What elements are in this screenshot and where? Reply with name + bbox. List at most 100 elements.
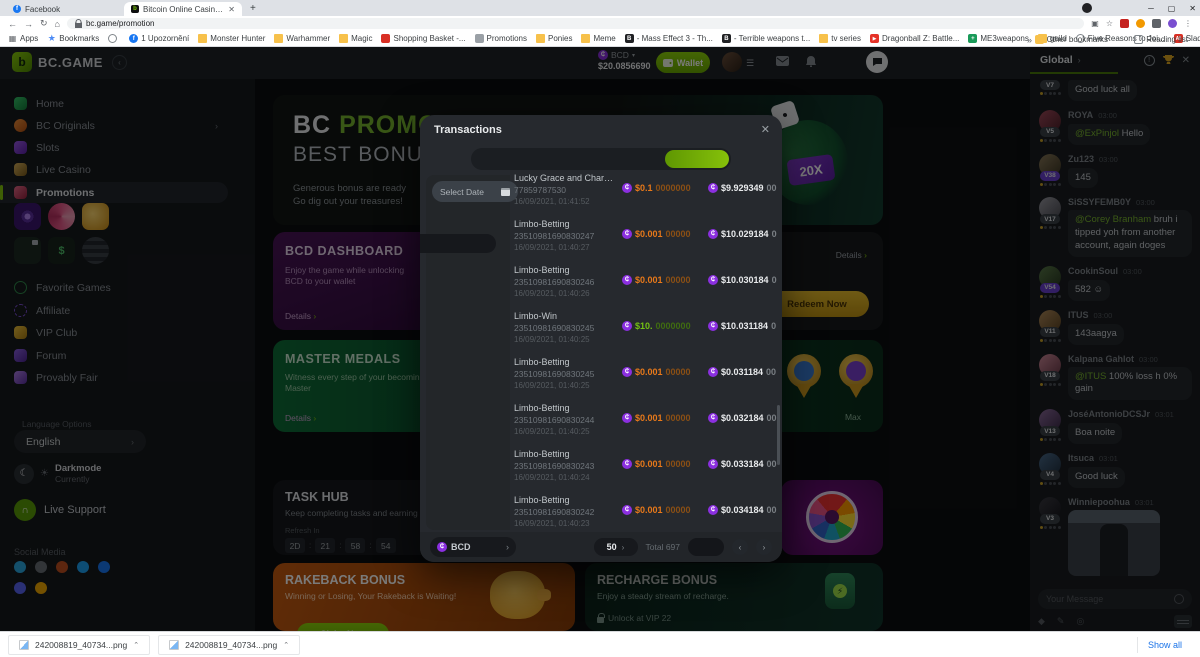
bcd-coin-icon: ₵ <box>708 321 718 331</box>
select-date-button[interactable]: Select Date <box>432 181 518 202</box>
bookmark-item[interactable]: Shopping Basket -... <box>381 34 465 43</box>
tab-close-icon[interactable]: ✕ <box>228 5 235 14</box>
bookmark-item[interactable]: + ME3weapons <box>968 34 1028 43</box>
transaction-row[interactable]: Limbo-Betting 23510981690830246 16/09/20… <box>510 259 778 305</box>
new-tab-button[interactable]: + <box>250 3 256 14</box>
bcd-coin-icon: ₵ <box>708 275 718 285</box>
transaction-filter[interactable] <box>420 234 496 253</box>
bookmark-item[interactable]: Monster Hunter <box>198 34 265 43</box>
bookmark-label: Monster Hunter <box>210 34 265 43</box>
transaction-date: 16/09/2021, 01:40:27 <box>514 243 616 252</box>
profile-avatar[interactable] <box>1168 19 1177 28</box>
modal-close-icon[interactable]: ✕ <box>761 123 770 136</box>
extension-adblock-icon[interactable] <box>1120 19 1129 28</box>
transaction-id: 77859787530 <box>514 185 616 195</box>
bookmark-item[interactable]: ▶ Dragonball Z: Battle... <box>870 34 959 43</box>
next-page-button[interactable]: › <box>756 539 772 555</box>
home-button[interactable]: ⌂ <box>55 19 60 29</box>
transaction-balance: ₵$9.92934900 <box>708 183 777 193</box>
bookmark-label: Magic <box>351 34 372 43</box>
screen-record-icon[interactable] <box>1082 3 1092 13</box>
bookmark-star-icon[interactable]: ☆ <box>1106 19 1113 28</box>
transaction-row[interactable]: Lucky Grace and Charm-B... 77859787530 1… <box>510 167 778 213</box>
bookmark-item[interactable]: Warhammer <box>274 34 330 43</box>
transaction-name: Limbo-Betting <box>514 495 616 505</box>
transaction-filter[interactable] <box>420 310 510 329</box>
bookmark-item[interactable]: tv series <box>819 34 861 43</box>
transaction-row[interactable]: Limbo-Betting 23510981690830245 16/09/20… <box>510 351 778 397</box>
prev-page-button[interactable]: ‹ <box>732 539 748 555</box>
transaction-row[interactable]: Limbo-Win 23510981690830245 16/09/2021, … <box>510 305 778 351</box>
transaction-tab[interactable] <box>601 150 665 168</box>
modal-scrollbar[interactable] <box>777 405 780 465</box>
back-button[interactable]: ← <box>8 19 17 29</box>
minimize-button[interactable]: ─ <box>1148 4 1154 13</box>
bookmark-item[interactable]: Meme <box>581 34 615 43</box>
transaction-id: 23510981690830242 <box>514 507 616 517</box>
transaction-filter[interactable] <box>420 291 510 310</box>
transaction-name: Lucky Grace and Charm-B... <box>514 173 616 183</box>
url-field[interactable]: bc.game/promotion <box>67 18 1084 29</box>
bookmark-item[interactable]: B - Terrible weapons t... <box>722 34 810 43</box>
browser-action-icons: ▣ ☆ ⋮ <box>1091 19 1192 28</box>
transaction-row[interactable]: Limbo-Betting 23510981690830242 16/09/20… <box>510 489 778 533</box>
transaction-row[interactable]: Limbo-Betting 23510981690830247 16/09/20… <box>510 213 778 259</box>
transaction-balance: ₵$0.03318400 <box>708 459 777 469</box>
bookmark-item[interactable] <box>108 34 120 43</box>
transaction-tab[interactable] <box>537 150 601 168</box>
transaction-amount: ₵$0.00100000 <box>622 275 691 285</box>
download-filename: 242008819_40734...png <box>185 640 277 650</box>
menu-dots-icon[interactable]: ⋮ <box>1184 19 1192 28</box>
bookmark-item[interactable]: ▦ Apps <box>8 34 38 43</box>
transaction-amount: ₵$10.0000000 <box>622 321 691 331</box>
forward-button[interactable]: → <box>24 19 33 29</box>
bookmarks-overflow-chevron[interactable]: » <box>1027 35 1032 45</box>
bookmark-item[interactable]: Promotions <box>475 34 527 43</box>
transaction-tab[interactable] <box>665 150 729 168</box>
download-item[interactable]: 242008819_40734...png ⌃ <box>158 635 300 655</box>
chevron-up-icon[interactable]: ⌃ <box>133 641 139 649</box>
reading-list[interactable]: Reading list <box>1134 35 1188 44</box>
page-size-select[interactable]: 50› <box>594 538 638 556</box>
transaction-filter[interactable] <box>420 253 510 272</box>
reload-button[interactable]: ↻ <box>40 18 48 29</box>
extensions-puzzle-icon[interactable] <box>1152 19 1161 28</box>
transaction-filter[interactable] <box>420 272 510 291</box>
tab-strip: f Facebook ✕ b Bitcoin Online Casino Bon… <box>0 0 1200 16</box>
bookmark-favicon <box>381 34 390 43</box>
transaction-tab[interactable] <box>473 150 537 168</box>
bookmark-label: - Terrible weapons t... <box>734 34 810 43</box>
transaction-row[interactable]: Limbo-Betting 23510981690830244 16/09/20… <box>510 397 778 443</box>
extension-icon[interactable] <box>1136 19 1145 28</box>
close-window-button[interactable]: ✕ <box>1189 4 1196 13</box>
transaction-date: 16/09/2021, 01:40:25 <box>514 335 616 344</box>
other-bookmarks[interactable]: Other bookmarks <box>1035 35 1108 44</box>
browser-tab[interactable]: f Facebook ✕ <box>6 2 124 16</box>
cast-icon[interactable]: ▣ <box>1091 19 1099 28</box>
chevron-up-icon[interactable]: ⌃ <box>283 641 289 649</box>
transaction-amount: ₵$0.00100000 <box>622 367 691 377</box>
bcd-coin-icon: ₵ <box>622 229 632 239</box>
bookmark-item[interactable]: Ponies <box>536 34 572 43</box>
download-item[interactable]: 242008819_40734...png ⌃ <box>8 635 150 655</box>
bookmark-item[interactable]: B - Mass Effect 3 - Th... <box>625 34 713 43</box>
browser-tab[interactable]: b Bitcoin Online Casino Bonuses a ✕ <box>124 2 242 16</box>
currency-filter-select[interactable]: ₵ BCD › <box>430 537 516 557</box>
bookmark-favicon: + <box>968 34 977 43</box>
transaction-amount: ₵$0.00100000 <box>622 229 691 239</box>
image-file-icon <box>169 640 179 650</box>
transaction-row[interactable]: Limbo-Betting 23510981690830243 16/09/20… <box>510 443 778 489</box>
maximize-button[interactable]: ▢ <box>1168 4 1176 13</box>
transaction-id: 23510981690830245 <box>514 323 616 333</box>
bookmark-item[interactable]: f 1 Upozornění <box>129 34 189 43</box>
transaction-filter[interactable] <box>420 215 510 234</box>
modal-footer: ₵ BCD › 50› Total 697 ‹ › <box>420 532 782 562</box>
bcd-coin-icon: ₵ <box>622 367 632 377</box>
bookmark-label: Shopping Basket -... <box>393 34 465 43</box>
bookmarks-bar: ▦ Apps ★ Bookmarks f 1 Upozornění Monste… <box>0 31 1200 47</box>
transaction-balance: ₵$10.0301840 <box>708 275 777 285</box>
show-all-downloads-button[interactable]: Show all <box>1137 637 1192 653</box>
bookmark-item[interactable]: Magic <box>339 34 372 43</box>
bookmark-item[interactable]: ★ Bookmarks <box>47 34 99 43</box>
bookmark-favicon <box>108 34 117 43</box>
